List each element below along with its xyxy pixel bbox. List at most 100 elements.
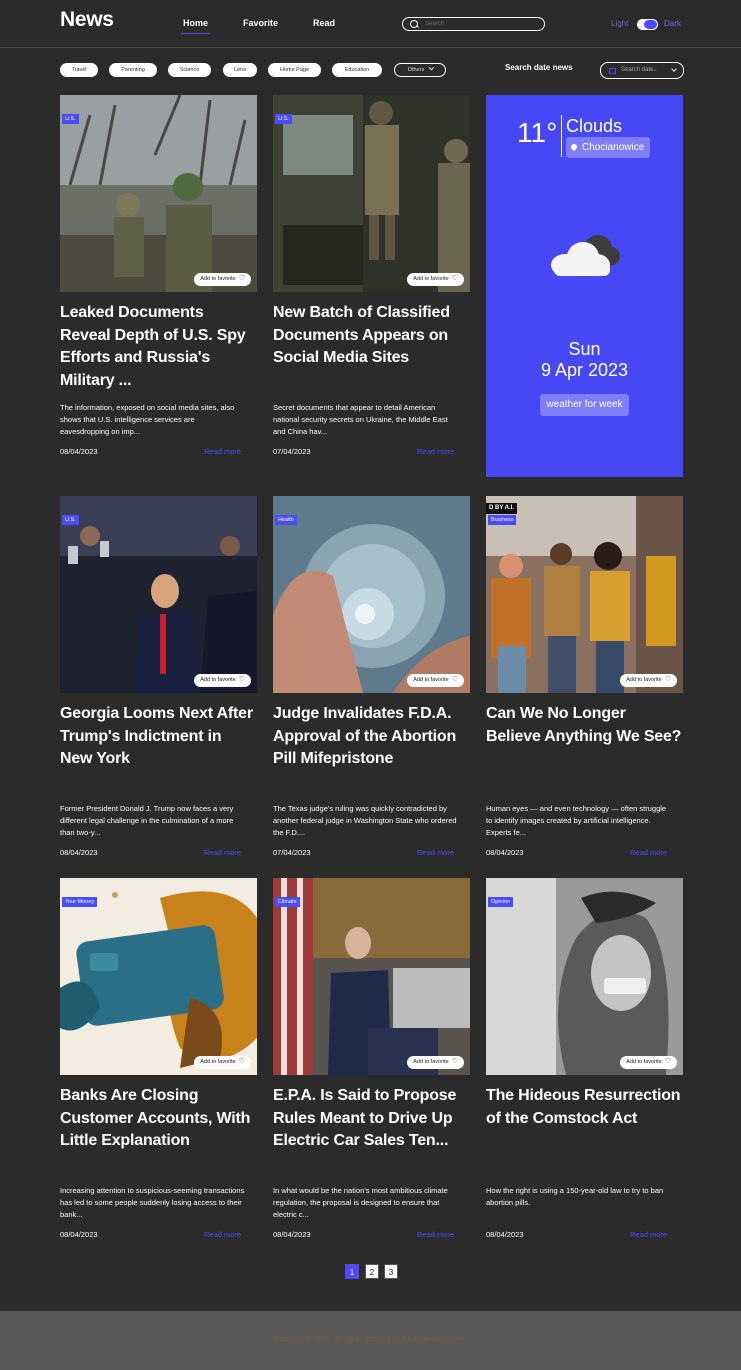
article-title[interactable]: E.P.A. Is Said to Propose Rules Meant to… <box>273 1085 470 1153</box>
news-image[interactable]: U.S. Add to favorite ♡ <box>273 95 470 292</box>
news-image[interactable]: Health Add to favorite ♡ <box>273 496 470 693</box>
read-more-link[interactable]: Read more <box>417 447 454 456</box>
read-more-link[interactable]: Read more <box>204 1230 241 1239</box>
chip-parenting[interactable]: Parenting <box>109 63 157 77</box>
chip-science[interactable]: Science <box>168 63 211 77</box>
weather-day: Sun <box>568 339 601 359</box>
category-badge: U.S. <box>62 515 79 525</box>
date-placeholder: Search date.. <box>621 67 657 73</box>
nav-favorite[interactable]: Favorite <box>243 18 278 28</box>
article-summary: The information, exposed on social media… <box>60 403 235 436</box>
news-image[interactable]: Climate Add to favorite ♡ <box>273 878 470 1075</box>
pill-glass-photo <box>273 496 470 693</box>
others-label: Others <box>407 67 425 73</box>
search-box[interactable] <box>402 17 545 31</box>
news-image[interactable]: D BY A.I. Business Add to favorite ♡ <box>486 496 683 693</box>
read-more-link[interactable]: Read more <box>417 1230 454 1239</box>
read-more-link[interactable]: Read more <box>417 848 454 857</box>
add-to-favorite-button[interactable]: Add to favorite ♡ <box>194 273 251 286</box>
news-image[interactable]: U.S. Add to favorite ♡ <box>60 95 257 292</box>
chip-others[interactable]: Others <box>394 63 446 77</box>
fav-label: Add to favorite <box>413 276 449 282</box>
add-to-favorite-button[interactable]: Add to favorite ♡ <box>407 674 464 687</box>
read-more-link[interactable]: Read more <box>630 1230 667 1239</box>
search-input[interactable] <box>425 19 535 29</box>
heart-icon: ♡ <box>664 676 671 683</box>
weather-widget: 11° Clouds Chocianowice Sun 9 Apr 2023 w… <box>486 95 683 477</box>
news-image[interactable]: Your Money Add to favorite ♡ <box>60 878 257 1075</box>
news-image[interactable]: Opinion Add to favorite ♡ <box>486 878 683 1075</box>
read-more-link[interactable]: Read more <box>204 447 241 456</box>
category-badge: Health <box>275 515 297 525</box>
article-summary: In what would be the nation's most ambit… <box>273 1186 448 1219</box>
article-date: 07/04/2023 <box>273 447 311 456</box>
weather-for-week-button[interactable]: weather for week <box>540 394 629 416</box>
cloud-icon <box>551 235 620 276</box>
add-to-favorite-button[interactable]: Add to favorite ♡ <box>620 1056 677 1069</box>
article-title[interactable]: Banks Are Closing Customer Accounts, Wit… <box>60 1085 257 1153</box>
search-icon <box>410 20 418 28</box>
fav-label: Add to favorite <box>626 677 662 683</box>
page-3-button[interactable]: 3 <box>384 1264 398 1279</box>
article-title[interactable]: The Hideous Resurrection of the Comstock… <box>486 1085 683 1130</box>
article-summary: How the right is using a 150-year-old la… <box>486 1186 664 1207</box>
article-title[interactable]: Leaked Documents Reveal Depth of U.S. Sp… <box>60 302 257 392</box>
toggle-knob <box>644 20 657 29</box>
article-date: 08/04/2023 <box>60 848 98 857</box>
heart-icon: ♡ <box>238 1058 245 1065</box>
date-search-label: Search date news <box>505 63 573 72</box>
chevron-down-icon <box>671 66 677 72</box>
fav-label: Add to favorite <box>413 1059 449 1065</box>
article-date: 08/04/2023 <box>273 1230 311 1239</box>
gagged-woman-photo <box>486 878 683 1075</box>
chip-education[interactable]: Education <box>332 63 382 77</box>
weather-divider <box>561 115 562 157</box>
article-summary: Former President Donald J. Trump now fac… <box>60 804 234 837</box>
article-title[interactable]: New Batch of Classified Documents Appear… <box>273 302 470 370</box>
location-pin-icon <box>569 143 579 152</box>
soldiers-vehicle-photo <box>273 95 470 292</box>
add-to-favorite-button[interactable]: Add to favorite ♡ <box>407 273 464 286</box>
category-badge: Your Money <box>62 897 98 907</box>
heart-icon: ♡ <box>238 275 245 282</box>
category-badge: Climate <box>275 897 300 907</box>
weather-temperature: 11° <box>517 117 558 148</box>
category-badge: U.S. <box>62 114 79 124</box>
read-more-link[interactable]: Read more <box>630 848 667 857</box>
read-more-link[interactable]: Read more <box>204 848 241 857</box>
article-date: 08/04/2023 <box>486 848 524 857</box>
fav-label: Add to favorite <box>626 1059 662 1065</box>
heart-icon: ♡ <box>451 1058 458 1065</box>
fav-label: Add to favorite <box>200 276 236 282</box>
page-2-button[interactable]: 2 <box>365 1264 379 1279</box>
add-to-favorite-button[interactable]: Add to favorite ♡ <box>194 1056 251 1069</box>
page-1-button[interactable]: 1 <box>345 1264 359 1279</box>
logo[interactable]: News <box>60 8 114 32</box>
theme-toggle[interactable] <box>637 19 658 30</box>
heart-icon: ♡ <box>238 676 245 683</box>
article-date: 07/04/2023 <box>273 848 311 857</box>
nav-home[interactable]: Home <box>180 18 211 34</box>
add-to-favorite-button[interactable]: Add to favorite ♡ <box>620 674 677 687</box>
nav-read[interactable]: Read <box>313 18 335 28</box>
date-picker[interactable]: Search date.. <box>600 62 684 79</box>
location-name: Chocianowice <box>582 142 645 153</box>
article-title[interactable]: Judge Invalidates F.D.A. Approval of the… <box>273 703 470 771</box>
fav-label: Add to favorite <box>200 677 236 683</box>
article-summary: Human eyes — and even technology — often… <box>486 804 667 837</box>
article-date: 08/04/2023 <box>60 447 98 456</box>
calendar-icon <box>609 68 616 74</box>
article-title[interactable]: Georgia Looms Next After Trump's Indictm… <box>60 703 257 771</box>
chip-home-page[interactable]: Home Page <box>268 63 321 77</box>
chip-lens[interactable]: Lens <box>223 63 257 77</box>
bank-card-illustration <box>60 878 257 1075</box>
footer: Copyright © 2023 · All rights reserved b… <box>0 1311 741 1370</box>
chip-travel[interactable]: Travel <box>60 63 98 77</box>
article-date: 08/04/2023 <box>60 1230 98 1239</box>
add-to-favorite-button[interactable]: Add to favorite ♡ <box>194 674 251 687</box>
theme-dark-label: Dark <box>664 19 681 28</box>
weather-condition: Clouds <box>566 116 623 136</box>
news-image[interactable]: U.S. Add to favorite ♡ <box>60 496 257 693</box>
article-title[interactable]: Can We No Longer Believe Anything We See… <box>486 703 683 748</box>
add-to-favorite-button[interactable]: Add to favorite ♡ <box>407 1056 464 1069</box>
